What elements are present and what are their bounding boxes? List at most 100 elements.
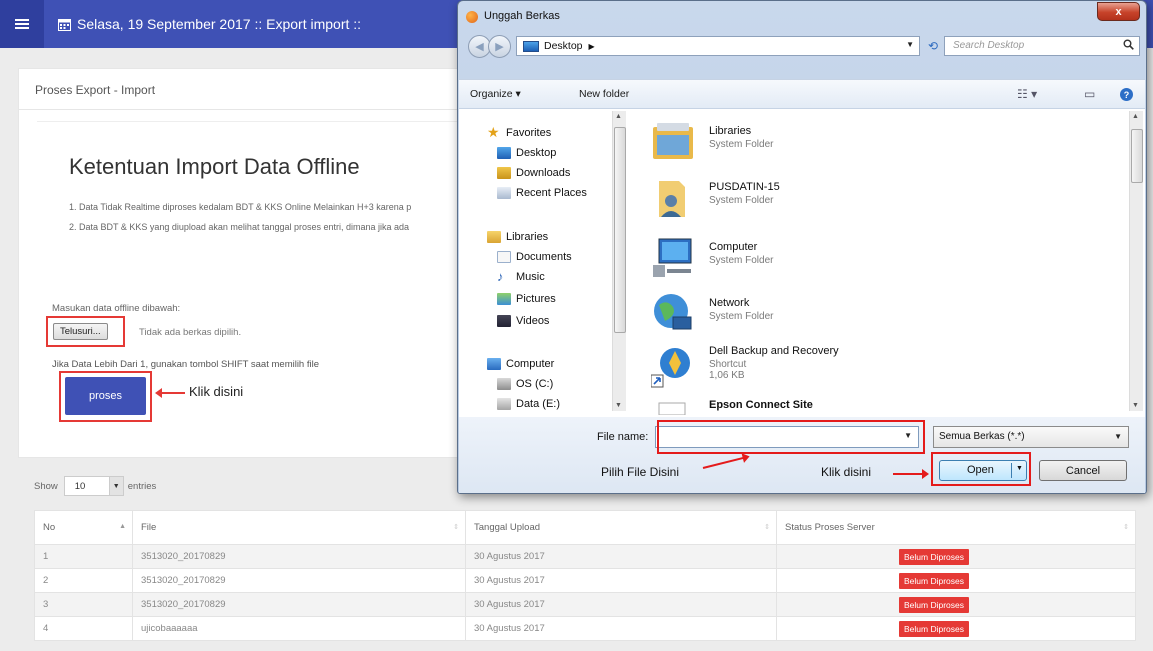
cell-no: 2 xyxy=(34,568,133,593)
scroll-thumb[interactable] xyxy=(1131,129,1143,183)
item-type: System Folder xyxy=(709,195,774,206)
nav-item-videos[interactable]: Videos xyxy=(497,315,549,327)
nav-item-computer[interactable]: Computer xyxy=(487,358,554,370)
column-header-file[interactable]: File ⇕ xyxy=(132,510,466,545)
nav-item-desktop[interactable]: Desktop xyxy=(497,147,556,159)
list-item-libraries[interactable]: Libraries System Folder xyxy=(651,119,773,163)
list-item-epson-connect[interactable]: Epson Connect Site xyxy=(651,399,813,415)
recent-places-icon xyxy=(497,187,511,199)
sort-icon: ⇕ xyxy=(764,524,770,531)
cell-status: Belum Diproses xyxy=(776,544,1136,569)
dialog-footer: File name: ▼ Semua Berkas (*.*) ▼ Open ▼… xyxy=(459,417,1145,493)
scroll-down-icon[interactable]: ▼ xyxy=(1132,402,1139,409)
navigation-bar: ◀ ▶ Desktop ▶ ▼ ⟲ Search Desktop xyxy=(466,33,1140,59)
panel-heading: Proses Export - Import xyxy=(35,83,156,97)
table-header-row: No ▲ File ⇕ Tanggal Upload ⇕ Status Proses … xyxy=(34,510,1136,545)
nav-item-recent-places[interactable]: Recent Places xyxy=(497,187,587,199)
dialog-titlebar[interactable]: Unggah Berkas x xyxy=(458,1,1146,31)
scroll-up-icon[interactable]: ▲ xyxy=(615,113,622,120)
nav-scrollbar[interactable]: ▲ ▼ xyxy=(612,111,626,411)
rule-2: 2. Data BDT & KKS yang diupload akan mel… xyxy=(69,222,410,232)
rule-1: 1. Data Tidak Realtime diproses kedalam … xyxy=(69,202,412,212)
search-placeholder: Search Desktop xyxy=(953,40,1025,51)
sort-icon: ▲ xyxy=(119,523,126,530)
scroll-thumb[interactable] xyxy=(614,127,626,333)
dialog-title: Unggah Berkas xyxy=(484,10,560,22)
card-title: Ketentuan Import Data Offline xyxy=(69,154,360,179)
forward-button[interactable]: ▶ xyxy=(488,35,511,58)
item-type: System Folder xyxy=(709,255,774,266)
cancel-button[interactable]: Cancel xyxy=(1039,460,1127,481)
list-item-dell-backup[interactable]: Dell Backup and Recovery Shortcut 1,06 K… xyxy=(651,345,839,389)
view-options-icon[interactable]: ☷ ▾ xyxy=(1017,87,1037,101)
upload-table: No ▲ File ⇕ Tanggal Upload ⇕ Status Proses … xyxy=(34,510,1136,641)
preview-pane-icon[interactable]: ▭ xyxy=(1084,87,1095,101)
dialog-toolbar: Organize ▾ New folder ☷ ▾ ▭ ? xyxy=(459,79,1145,109)
browse-button[interactable]: Telusuri... xyxy=(53,323,108,340)
libraries-folder-icon xyxy=(653,123,693,159)
scroll-up-icon[interactable]: ▲ xyxy=(1132,113,1139,120)
entries-select[interactable]: 10 ▼ xyxy=(63,476,124,496)
organize-menu[interactable]: Organize ▾ xyxy=(470,88,521,100)
cell-status: Belum Diproses xyxy=(776,616,1136,641)
nav-item-music[interactable]: ♪ Music xyxy=(497,270,545,283)
cell-status: Belum Diproses xyxy=(776,592,1136,617)
refresh-icon[interactable]: ⟲ xyxy=(922,36,944,56)
documents-icon xyxy=(497,251,511,263)
item-type: System Folder xyxy=(709,311,774,322)
nav-item-documents[interactable]: Documents xyxy=(497,251,572,263)
content-scrollbar[interactable]: ▲ ▼ xyxy=(1129,111,1143,411)
file-type-filter[interactable]: Semua Berkas (*.*) ▼ xyxy=(933,426,1129,448)
annotation-arrow xyxy=(155,388,185,398)
table-row: 1 3513020_20170829 30 Agustus 2017 Belum… xyxy=(34,544,1136,569)
chevron-down-icon[interactable]: ▼ xyxy=(906,40,914,49)
nav-item-pictures[interactable]: Pictures xyxy=(497,293,556,305)
nav-item-os-c[interactable]: OS (C:) xyxy=(497,378,553,390)
entries-value: 10 xyxy=(74,480,86,492)
column-header-date[interactable]: Tanggal Upload ⇕ xyxy=(465,510,777,545)
cell-date: 30 Agustus 2017 xyxy=(465,544,777,569)
status-badge: Belum Diproses xyxy=(899,620,969,637)
address-text: Desktop xyxy=(544,40,583,52)
annotation-box-open xyxy=(931,452,1031,486)
new-folder-button[interactable]: New folder xyxy=(579,88,629,100)
no-file-text: Tidak ada berkas dipilih. xyxy=(139,327,242,338)
column-header-no[interactable]: No ▲ xyxy=(34,510,133,545)
status-badge: Belum Diproses xyxy=(899,548,969,565)
list-item-computer[interactable]: Computer System Folder xyxy=(651,235,773,279)
proses-button[interactable]: proses xyxy=(65,377,146,415)
computer-icon xyxy=(487,358,501,370)
nav-item-favorites[interactable]: ★ Favorites xyxy=(487,125,551,139)
desktop-icon xyxy=(497,147,511,159)
show-entries: Show 10 ▼ entries xyxy=(34,476,156,496)
scroll-down-icon[interactable]: ▼ xyxy=(615,402,622,409)
menu-icon[interactable] xyxy=(0,0,44,48)
search-icon[interactable] xyxy=(1123,39,1134,50)
list-item-pusdatin[interactable]: PUSDATIN-15 System Folder xyxy=(651,175,780,219)
sort-icon: ⇕ xyxy=(1123,524,1129,531)
item-name: Computer xyxy=(709,241,758,253)
annotation-arrow xyxy=(702,456,744,469)
nav-item-libraries[interactable]: Libraries xyxy=(487,231,548,243)
entries-label: entries xyxy=(127,480,157,492)
close-button[interactable]: x xyxy=(1097,2,1140,21)
table-row: 2 3513020_20170829 30 Agustus 2017 Belum… xyxy=(34,568,1136,593)
cell-file: ujicobaaaaaa xyxy=(132,616,466,641)
nav-item-downloads[interactable]: Downloads xyxy=(497,167,570,179)
column-header-status[interactable]: Status Proses Server ⇕ xyxy=(776,510,1136,545)
network-icon xyxy=(654,294,692,330)
cell-no: 4 xyxy=(34,616,133,641)
file-upload-dialog: Unggah Berkas x ◀ ▶ Desktop ▶ ▼ ⟲ Search… xyxy=(457,0,1147,494)
item-name: Libraries xyxy=(709,125,752,137)
cell-file: 3513020_20170829 xyxy=(132,544,466,569)
header-text: Selasa, 19 September 2017 :: Export impo… xyxy=(77,16,362,32)
address-bar[interactable]: Desktop ▶ ▼ xyxy=(516,36,920,56)
shift-note: Jika Data Lebih Dari 1, gunakan tombol S… xyxy=(52,359,320,370)
annotation-box-filename xyxy=(657,420,925,454)
nav-item-data-e[interactable]: Data (E:) xyxy=(497,398,560,410)
help-icon[interactable]: ? xyxy=(1120,88,1133,101)
cell-file: 3513020_20170829 xyxy=(132,568,466,593)
list-item-network[interactable]: Network System Folder xyxy=(651,291,773,335)
search-input[interactable]: Search Desktop xyxy=(944,36,1140,56)
file-browser: ★ Favorites Desktop Downloads Recent Pla… xyxy=(459,109,1145,417)
